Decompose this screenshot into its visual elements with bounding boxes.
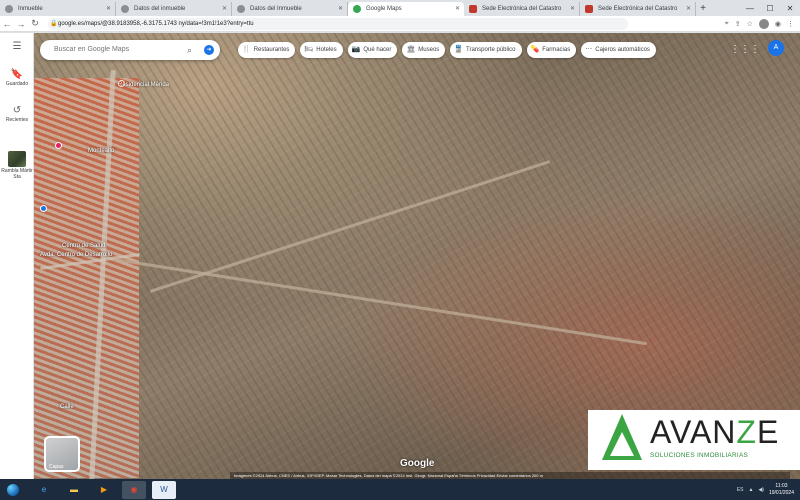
- apps-grid-icon[interactable]: ⋮⋮⋮: [730, 44, 760, 55]
- chip-transit[interactable]: 🚆 Transporte público: [450, 42, 522, 58]
- windows-taskbar: e ▬ ▶ ◉ W ES ▲ ◀) 11:03 19/01/2024: [0, 479, 800, 500]
- place-pin[interactable]: [55, 142, 62, 149]
- address-bar[interactable]: 🔒 google.es/maps/@38.9183958,-6.3175.1743…: [48, 17, 628, 30]
- close-tab-icon[interactable]: ✕: [686, 2, 691, 16]
- start-button[interactable]: [0, 479, 26, 500]
- recent-button[interactable]: ↺ Recientes: [0, 105, 34, 123]
- toolbar-right-icons: ⌖ ⇪ ☆ ◉ ⋮: [725, 18, 800, 29]
- maximize-button[interactable]: ☐: [760, 4, 780, 13]
- history-icon: ↺: [12, 105, 22, 116]
- browser-toolbar: ← → ↻ 🔒 google.es/maps/@38.9183958,-6.317…: [0, 16, 800, 32]
- tab-datos-inmueble[interactable]: Datos del inmueble ✕: [116, 2, 232, 16]
- new-tab-button[interactable]: +: [696, 2, 710, 16]
- map-attribution: Imágenes ©2024 Airbus, CNES / Airbus, IG…: [230, 472, 790, 479]
- globe-icon: [5, 5, 13, 13]
- recent-place-label[interactable]: Rambla Mártir Sta: [0, 168, 34, 180]
- windows-logo-icon: [7, 483, 19, 496]
- clock[interactable]: 11:03 19/01/2024: [769, 483, 794, 497]
- tab-catastro-2[interactable]: Sede Electrónica del Catastro ✕: [580, 2, 696, 16]
- search-input[interactable]: Buscar en Google Maps: [54, 46, 129, 53]
- atm-icon: ⋯: [585, 46, 593, 53]
- train-icon: 🚆: [454, 46, 464, 53]
- system-tray: ES ▲ ◀) 11:03 19/01/2024: [737, 483, 800, 497]
- maps-icon: [353, 5, 361, 13]
- account-avatar[interactable]: A: [768, 40, 784, 56]
- town-label[interactable]: Residencial Mérida: [118, 82, 169, 88]
- close-tab-icon[interactable]: ✕: [222, 2, 227, 16]
- chrome-icon[interactable]: ◉: [122, 480, 146, 499]
- bookmark-icon: 🔖: [10, 69, 24, 80]
- browser-tab-bar: Inmueble ✕ Datos del inmueble ✕ Datos del …: [0, 0, 800, 16]
- back-arrow-icon[interactable]: ←: [0, 19, 14, 29]
- tab-catastro[interactable]: Sede Electrónica del Catastro ✕: [464, 2, 580, 16]
- menu-icon[interactable]: ☰: [0, 41, 34, 53]
- pharmacy-icon: 💊: [530, 46, 540, 53]
- close-tab-icon[interactable]: ✕: [455, 2, 460, 16]
- window-controls: — ☐ ✕: [740, 0, 800, 16]
- reload-icon[interactable]: ↻: [28, 18, 42, 29]
- close-tab-icon[interactable]: ✕: [570, 2, 575, 16]
- globe-icon: [237, 5, 245, 13]
- town-label[interactable]: Avda. Centro de Desarrollo: [40, 252, 112, 258]
- lock-icon: 🔒: [50, 20, 58, 27]
- chip-museums[interactable]: 🏛 Museos: [402, 42, 446, 58]
- town-label[interactable]: Centro de Salud: [62, 243, 105, 249]
- location-icon[interactable]: ⌖: [725, 20, 729, 28]
- close-tab-icon[interactable]: ✕: [106, 2, 111, 16]
- catastro-icon: [585, 5, 593, 13]
- camera-icon: 📷: [351, 46, 361, 53]
- place-pin[interactable]: [40, 205, 47, 212]
- profile-icon[interactable]: ◉: [775, 20, 781, 28]
- chip-things-to-do[interactable]: 📷 Qué hacer: [347, 42, 398, 58]
- close-window-button[interactable]: ✕: [780, 4, 800, 13]
- town-label[interactable]: Montealto: [88, 148, 114, 154]
- star-icon[interactable]: ☆: [747, 20, 753, 28]
- search-box[interactable]: Buscar en Google Maps ⌕ ➜: [40, 40, 220, 60]
- language-indicator[interactable]: ES: [737, 487, 744, 493]
- catastro-icon: [469, 5, 477, 13]
- utensils-icon: 🍴: [242, 46, 251, 53]
- chip-restaurants[interactable]: 🍴 Restaurantes: [238, 42, 296, 58]
- avanze-logo: AVANZE SOLUCIONES INMOBILIARIAS: [588, 410, 800, 470]
- extension-icon[interactable]: [758, 18, 769, 29]
- maps-sidebar: ☰ 🔖 Guardado ↺ Recientes Rambla Mártir Sta: [0, 33, 34, 479]
- volume-icon[interactable]: ◀): [758, 487, 764, 493]
- chip-hotels[interactable]: 🛏 Hoteles: [300, 42, 343, 58]
- bed-icon: 🛏: [304, 46, 314, 53]
- directions-icon[interactable]: ➜: [204, 45, 214, 55]
- word-icon[interactable]: W: [152, 480, 176, 499]
- brand-name: AVANZE: [650, 414, 780, 450]
- search-icon[interactable]: ⌕: [187, 40, 192, 60]
- chip-atms[interactable]: ⋯ Cajeros automáticos: [581, 42, 656, 58]
- category-chips: 🍴 Restaurantes 🛏 Hoteles 📷 Qué hacer 🏛 Museo…: [238, 42, 656, 58]
- google-logo: Google: [400, 458, 435, 469]
- network-icon[interactable]: ▲: [749, 487, 754, 493]
- layers-button[interactable]: Capas: [44, 436, 80, 472]
- forward-arrow-icon[interactable]: →: [14, 19, 28, 29]
- minimize-button[interactable]: —: [740, 4, 760, 13]
- explorer-icon[interactable]: ▬: [62, 481, 86, 499]
- kebab-menu-icon[interactable]: ⋮: [787, 20, 794, 28]
- town-area: [34, 78, 139, 478]
- museum-icon: 🏛: [406, 46, 416, 53]
- media-icon[interactable]: ▶: [92, 481, 116, 499]
- place-thumbnail[interactable]: [8, 151, 26, 167]
- brand-tagline: SOLUCIONES INMOBILIARIAS: [650, 452, 749, 459]
- close-tab-icon[interactable]: ✕: [338, 2, 343, 16]
- saved-button[interactable]: 🔖 Guardado: [0, 69, 34, 87]
- globe-icon: [121, 5, 129, 13]
- tab-google-maps[interactable]: Google Maps ✕: [348, 2, 464, 16]
- town-label[interactable]: Calle: [60, 404, 74, 410]
- ie-icon[interactable]: e: [32, 481, 56, 499]
- tab-inmueble[interactable]: Inmueble ✕: [0, 2, 116, 16]
- share-icon[interactable]: ⇪: [735, 20, 741, 28]
- chip-pharmacies[interactable]: 💊 Farmacias: [526, 42, 577, 58]
- tab-datos-inmueble-2[interactable]: Datos del Inmueble ✕: [232, 2, 348, 16]
